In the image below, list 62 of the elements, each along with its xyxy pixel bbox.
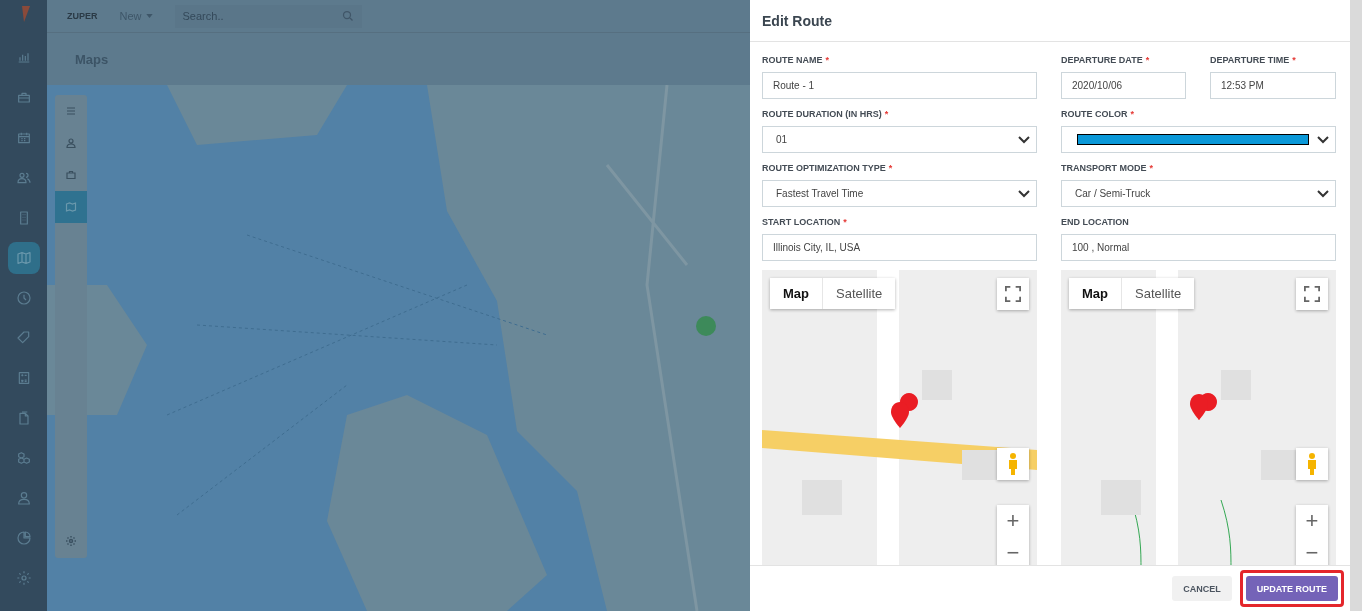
map-type-tab[interactable]: Map <box>770 278 822 309</box>
user-icon <box>15 490 32 506</box>
fullscreen-icon <box>1304 286 1320 302</box>
map-type-tab[interactable]: Satellite <box>1121 278 1195 309</box>
tag-icon <box>15 330 32 346</box>
map-type-tab[interactable]: Satellite <box>822 278 896 309</box>
search-icon <box>341 10 354 22</box>
map-icon <box>65 201 77 213</box>
fullscreen-button[interactable] <box>997 278 1029 310</box>
briefcase-icon <box>65 169 77 181</box>
map-tool-button[interactable] <box>55 191 87 223</box>
field-label: ROUTE COLOR * <box>1061 108 1135 120</box>
person-icon <box>1007 452 1019 476</box>
caret-icon <box>145 14 153 18</box>
dialog-title: Edit Route <box>762 12 832 29</box>
settings-icon[interactable] <box>65 535 77 547</box>
select-field[interactable]: 01 <box>762 126 1037 153</box>
chevron-down-icon <box>1018 135 1030 144</box>
map-type-tab[interactable]: Map <box>1069 278 1121 309</box>
select-field[interactable]: Car / Semi-Truck <box>1061 180 1336 207</box>
select-field[interactable]: Fastest Travel Time <box>762 180 1037 207</box>
pie-chart-icon <box>15 530 32 546</box>
settings-icon <box>15 570 32 586</box>
boxes-icon <box>15 450 32 466</box>
field-label: TRANSPORT MODE * <box>1061 162 1154 174</box>
field-label: DEPARTURE DATE * <box>1061 54 1151 66</box>
chevron-down-icon <box>1317 135 1329 144</box>
field-label: END LOCATION <box>1061 216 1130 228</box>
field-label: DEPARTURE TIME * <box>1210 54 1297 66</box>
scrollbar[interactable] <box>1350 0 1362 611</box>
zoom-out-button[interactable]: − <box>1296 537 1328 565</box>
brand-logo: ZUPER <box>67 11 98 21</box>
text-field[interactable]: 100 , Normal <box>1061 234 1336 261</box>
text-field[interactable]: 2020/10/06 <box>1061 72 1186 99</box>
text-field[interactable]: Illinois City, IL, USA <box>762 234 1037 261</box>
map-nav-item[interactable] <box>7 242 40 274</box>
text-field[interactable]: 12:53 PM <box>1210 72 1336 99</box>
clock-icon <box>15 290 32 306</box>
field-label: ROUTE OPTIMIZATION TYPE * <box>762 162 894 174</box>
color-select-field[interactable] <box>1061 126 1336 153</box>
fullscreen-icon <box>1005 286 1021 302</box>
zoom-in-button[interactable]: + <box>997 505 1029 537</box>
person-icon <box>1306 452 1318 476</box>
zoom-in-button[interactable]: + <box>1296 505 1328 537</box>
map-icon <box>15 250 32 266</box>
briefcase-icon <box>15 90 32 106</box>
field-label: ROUTE DURATION (IN HRS) * <box>762 108 890 120</box>
field-label: START LOCATION * <box>762 216 848 228</box>
cancel-button[interactable]: CANCEL <box>1172 576 1232 601</box>
menu-icon <box>65 105 77 117</box>
street-view-button[interactable] <box>997 448 1029 480</box>
street-view-button[interactable] <box>1296 448 1328 480</box>
field-label: ROUTE NAME * <box>762 54 830 66</box>
zoom-out-button[interactable]: − <box>997 537 1029 565</box>
fullscreen-button[interactable] <box>1296 278 1328 310</box>
chevron-down-icon <box>1317 189 1329 198</box>
chevron-down-icon <box>1018 189 1030 198</box>
user-icon <box>65 137 77 149</box>
text-field[interactable]: Route - 1 <box>762 72 1037 99</box>
users-icon <box>15 170 32 186</box>
update-route-button[interactable]: UPDATE ROUTE <box>1245 576 1338 601</box>
calendar-icon <box>15 130 32 146</box>
